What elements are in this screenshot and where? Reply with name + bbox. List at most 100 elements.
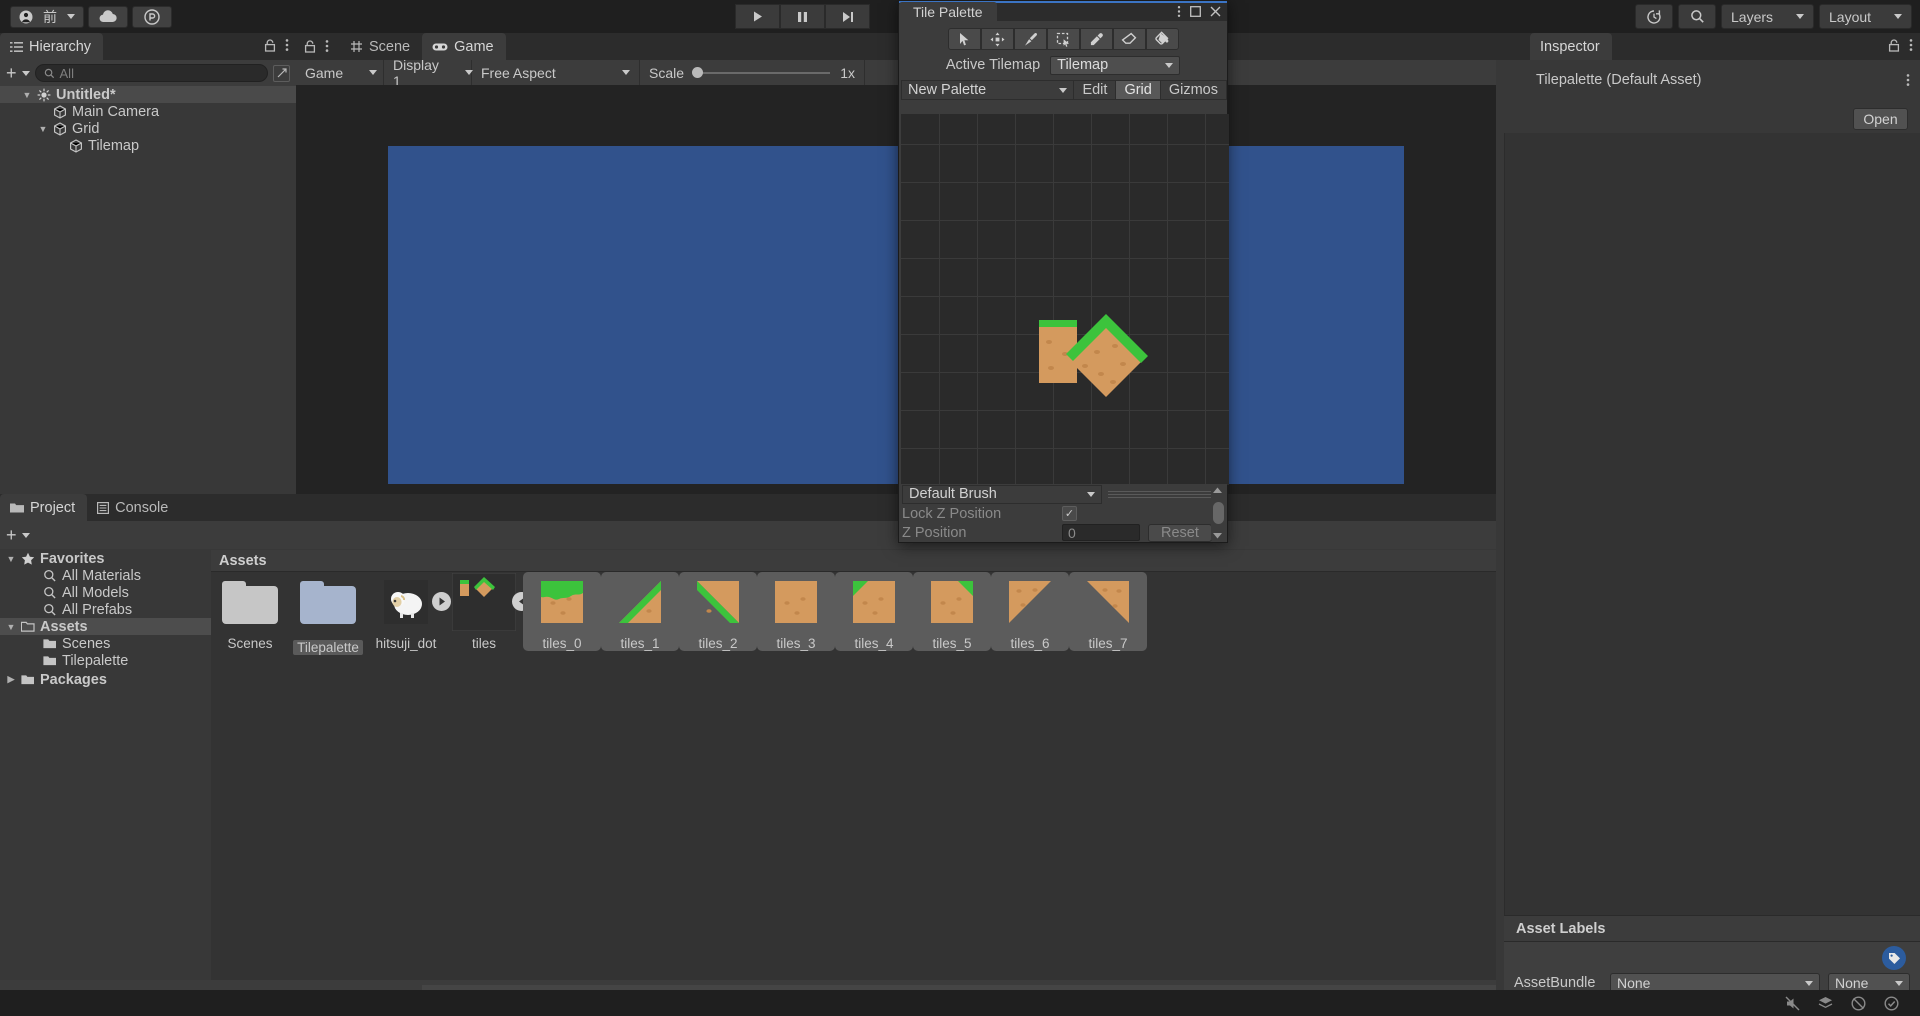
asset-item[interactable]: tiles: [445, 572, 523, 651]
game-scale-slider[interactable]: Scale 1x: [640, 60, 865, 85]
asset-item[interactable]: tiles_3: [757, 572, 835, 651]
palette-edit-toggle[interactable]: Edit: [1074, 80, 1116, 100]
lock-icon[interactable]: [1888, 39, 1900, 52]
tab-project[interactable]: Project: [0, 494, 87, 521]
layout-dropdown[interactable]: Layout: [1819, 4, 1912, 29]
asset-item[interactable]: tiles_4: [835, 572, 913, 651]
project-tree-item[interactable]: All Models: [0, 584, 211, 601]
tab-game[interactable]: Game: [422, 33, 506, 60]
kebab-menu-icon[interactable]: [1177, 5, 1181, 18]
asset-item[interactable]: tiles_2: [679, 572, 757, 651]
brush-dropdown[interactable]: Default Brush: [902, 485, 1102, 504]
collab-button[interactable]: [132, 6, 172, 28]
pause-button[interactable]: [780, 4, 825, 29]
game-viewport[interactable]: [296, 85, 1496, 494]
tile-palette-tab[interactable]: Tile Palette: [899, 2, 997, 22]
asset-item[interactable]: tiles_1: [601, 572, 679, 651]
history-button[interactable]: [1635, 4, 1673, 29]
palette-grid-toggle[interactable]: Grid: [1116, 80, 1160, 100]
chevron-down-icon[interactable]: ▼: [22, 90, 32, 100]
hierarchy-item[interactable]: Main Camera: [0, 103, 296, 120]
project-tree-item[interactable]: All Materials: [0, 567, 211, 584]
lock-icon[interactable]: [264, 39, 276, 52]
cloud-button[interactable]: [88, 6, 128, 28]
eraser-tool-button[interactable]: [1113, 28, 1146, 50]
project-tree-item[interactable]: ▼Favorites: [0, 550, 211, 567]
palette-dropdown[interactable]: New Palette: [901, 80, 1074, 100]
kebab-menu-icon[interactable]: [325, 39, 329, 53]
open-asset-button[interactable]: Open: [1853, 108, 1908, 130]
chevron-down-icon[interactable]: [22, 533, 30, 538]
kebab-menu-icon[interactable]: [285, 38, 289, 52]
search-button[interactable]: [1678, 4, 1716, 29]
hierarchy-item[interactable]: Tilemap: [0, 137, 296, 154]
step-button[interactable]: [825, 4, 870, 29]
layers-icon[interactable]: [1817, 995, 1834, 1012]
play-button[interactable]: [735, 4, 780, 29]
scroll-down-icon[interactable]: [1212, 532, 1223, 539]
asset-item[interactable]: tiles_7: [1069, 572, 1147, 651]
kebab-menu-icon[interactable]: [1909, 38, 1913, 52]
palette-canvas[interactable]: [901, 114, 1229, 485]
chevron-down-icon[interactable]: ▼: [38, 124, 48, 134]
tab-console[interactable]: Console: [87, 494, 180, 521]
hierarchy-item[interactable]: ▼Untitled*: [0, 86, 296, 103]
kebab-menu-icon[interactable]: [1906, 73, 1910, 87]
scale-handle[interactable]: [692, 67, 703, 78]
account-button[interactable]: 前: [10, 6, 84, 28]
project-tree-item[interactable]: Tilepalette: [0, 652, 211, 669]
project-tree-item[interactable]: Scenes: [0, 635, 211, 652]
add-label-button[interactable]: [1882, 946, 1906, 970]
tile-palette-scrollbar[interactable]: [1211, 486, 1225, 540]
chevron-down-icon[interactable]: ▼: [6, 622, 16, 632]
lock-z-checkbox[interactable]: ✓: [1062, 506, 1077, 521]
move-tool-button[interactable]: [981, 28, 1014, 50]
asset-item[interactable]: Tilepalette: [289, 572, 367, 655]
hierarchy-item[interactable]: ▼Grid: [0, 120, 296, 137]
project-tree-item[interactable]: ▶Packages: [0, 671, 211, 688]
scroll-up-icon[interactable]: [1212, 487, 1223, 494]
close-icon[interactable]: [1210, 6, 1221, 17]
folder-icon: [43, 637, 57, 650]
picker-tool-button[interactable]: [1080, 28, 1113, 50]
tab-hierarchy[interactable]: Hierarchy: [0, 33, 103, 60]
add-gameobject-button[interactable]: +: [6, 64, 17, 82]
project-tree-item[interactable]: ▼Assets: [0, 618, 211, 635]
z-position-input[interactable]: 0: [1062, 524, 1140, 541]
no-sync-icon[interactable]: [1850, 995, 1867, 1012]
tab-inspector[interactable]: Inspector: [1530, 33, 1612, 60]
z-position-reset-button[interactable]: Reset: [1148, 524, 1212, 542]
create-asset-button[interactable]: +: [6, 526, 17, 544]
layers-dropdown[interactable]: Layers: [1721, 4, 1814, 29]
cursor-arrow-icon: [958, 32, 971, 46]
chevron-down-icon[interactable]: ▼: [6, 554, 16, 564]
game-target-dropdown[interactable]: Game: [296, 60, 384, 85]
palette-gizmos-toggle[interactable]: Gizmos: [1161, 80, 1227, 100]
chevron-down-icon[interactable]: [22, 71, 30, 76]
chevron-right-icon[interactable]: ▶: [6, 674, 16, 685]
game-aspect-dropdown[interactable]: Free Aspect: [472, 60, 640, 85]
scrollbar-thumb[interactable]: [1213, 502, 1224, 524]
game-display-dropdown[interactable]: Display 1: [384, 60, 472, 85]
hierarchy-expand-button[interactable]: [273, 65, 290, 82]
fill-tool-button[interactable]: [1146, 28, 1179, 50]
hierarchy-search-input[interactable]: All: [35, 64, 268, 82]
asset-item[interactable]: tiles_5: [913, 572, 991, 651]
tab-scene[interactable]: Scene: [340, 33, 422, 60]
tile-palette-titlebar[interactable]: Tile Palette: [899, 1, 1227, 21]
mute-icon[interactable]: [1784, 995, 1801, 1012]
maximize-icon[interactable]: [1190, 6, 1201, 17]
select-tool-button[interactable]: [948, 28, 981, 50]
game-panel: Scene Game Game Display 1 Free Aspect Sc…: [296, 33, 1496, 494]
asset-item[interactable]: Scenes: [211, 572, 289, 651]
tile-dirt-thumbnail: [775, 581, 817, 623]
check-circle-icon[interactable]: [1883, 995, 1900, 1012]
asset-item[interactable]: hitsuji_dot: [367, 572, 445, 651]
asset-item[interactable]: tiles_0: [523, 572, 601, 651]
brush-tool-button[interactable]: [1014, 28, 1047, 50]
project-tree-item[interactable]: All Prefabs: [0, 601, 211, 618]
lock-icon[interactable]: [304, 40, 316, 53]
active-tilemap-dropdown[interactable]: Tilemap: [1050, 56, 1180, 75]
box-fill-tool-button[interactable]: [1047, 28, 1080, 50]
asset-item[interactable]: tiles_6: [991, 572, 1069, 651]
